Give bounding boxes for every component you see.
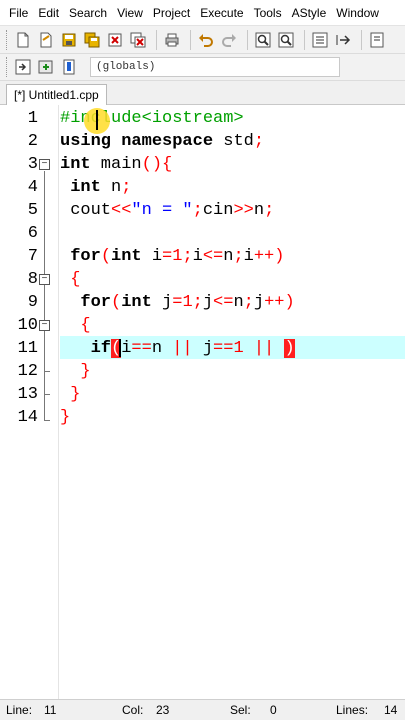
tab-untitled1[interactable]: [*] Untitled1.cpp: [6, 84, 107, 105]
code-line-7: for(int i=1;i<=n;i++): [70, 247, 285, 266]
status-sel-value: 0: [270, 703, 277, 717]
fold-guide: [44, 171, 45, 421]
status-line-label: Line:: [6, 703, 33, 717]
class-browser-icon[interactable]: [13, 57, 33, 77]
toggle-bookmark-icon[interactable]: [59, 57, 79, 77]
unmatched-paren: ): [284, 339, 295, 358]
status-col-value: 23: [156, 703, 170, 717]
unindent-icon[interactable]: [333, 30, 353, 50]
menu-view[interactable]: View: [112, 0, 148, 25]
line-number: 1: [27, 109, 38, 128]
line-number: 5: [27, 201, 38, 220]
new-file-icon[interactable]: [13, 30, 33, 50]
line-number: 2: [27, 132, 38, 151]
main-toolbar: [0, 26, 405, 54]
fold-toggle-icon[interactable]: −: [39, 320, 50, 331]
toolbar-separator: [190, 29, 191, 50]
replace-icon[interactable]: [276, 30, 296, 50]
close-all-icon[interactable]: [128, 30, 148, 50]
status-sel-label: Sel:: [230, 703, 251, 717]
line-number: 8: [27, 270, 38, 289]
open-icon[interactable]: [36, 30, 56, 50]
fold-end-tick: [44, 394, 50, 395]
status-bar: Line: 11 Col: 23 Sel: 0 Lines: 14: [0, 699, 405, 720]
save-all-icon[interactable]: [82, 30, 102, 50]
menu-file[interactable]: File: [4, 0, 33, 25]
code-line-13: }: [70, 385, 81, 404]
toolbar-separator: [304, 29, 305, 50]
menu-astyle[interactable]: AStyle: [287, 0, 332, 25]
code-line-4: int n;: [70, 178, 132, 197]
toolbar-separator: [361, 29, 362, 50]
fold-end-tick: [44, 371, 50, 372]
fold-toggle-icon[interactable]: −: [39, 159, 50, 170]
code-line-5: cout<<"n = ";cin>>n;: [70, 201, 275, 220]
status-col-label: Col:: [122, 703, 144, 717]
menu-tools[interactable]: Tools: [249, 0, 287, 25]
menu-bar: File Edit Search View Project Execute To…: [0, 0, 405, 26]
code-line-3: int main(){: [60, 155, 173, 174]
code-line-9: for(int j=1;j<=n;j++): [80, 293, 295, 312]
line-number: 13: [17, 385, 38, 404]
line-number: 9: [27, 293, 38, 312]
code-line-10: {: [80, 316, 91, 335]
editor-tabs: [*] Untitled1.cpp: [0, 81, 405, 105]
code-line-11: if(i==n || j==1 || ): [90, 339, 295, 358]
close-icon[interactable]: [105, 30, 125, 50]
status-lines-label: Lines:: [336, 703, 369, 717]
secondary-toolbar: (globals): [0, 54, 405, 81]
indent-icon[interactable]: [310, 30, 330, 50]
menu-edit[interactable]: Edit: [33, 0, 64, 25]
text-caret: [119, 339, 121, 357]
fold-toggle-icon[interactable]: −: [39, 274, 50, 285]
line-number: 7: [27, 247, 38, 266]
redo-icon[interactable]: [219, 30, 239, 50]
status-line-value: 11: [44, 703, 57, 717]
code-line-14: }: [60, 408, 71, 427]
status-lines-value: 14: [384, 703, 398, 717]
line-number: 4: [27, 178, 38, 197]
toolbar-separator: [156, 29, 157, 50]
menu-window[interactable]: Window: [331, 0, 384, 25]
menu-execute[interactable]: Execute: [195, 0, 248, 25]
code-line-12: }: [80, 362, 91, 381]
undo-icon[interactable]: [196, 30, 216, 50]
print-icon[interactable]: [162, 30, 182, 50]
ibeam-cursor-icon: [96, 110, 98, 130]
line-number: 14: [17, 408, 38, 427]
toolbar-grip[interactable]: [6, 57, 9, 77]
code-line-8: {: [70, 270, 81, 289]
code-line-2: using namespace std;: [60, 132, 265, 151]
line-number: 12: [17, 362, 38, 381]
line-number: 10: [17, 316, 38, 335]
fold-end-tick: [44, 420, 50, 421]
line-number-gutter: 1 2 3 4 5 6 7 8 9 10 11 12 13 14 − − −: [0, 105, 59, 699]
find-icon[interactable]: [253, 30, 273, 50]
line-number: 3: [27, 155, 38, 174]
menu-project[interactable]: Project: [148, 0, 195, 25]
bookmark-icon[interactable]: [367, 30, 387, 50]
line-number: 11: [17, 339, 38, 358]
toolbar-separator: [247, 29, 248, 50]
globals-dropdown[interactable]: (globals): [90, 57, 340, 77]
save-icon[interactable]: [59, 30, 79, 50]
menu-search[interactable]: Search: [64, 0, 112, 25]
line-number: 6: [27, 224, 38, 243]
toolbar-grip[interactable]: [6, 29, 9, 50]
code-editor[interactable]: 1 2 3 4 5 6 7 8 9 10 11 12 13 14 − − − #…: [0, 105, 405, 699]
insert-icon[interactable]: [36, 57, 56, 77]
